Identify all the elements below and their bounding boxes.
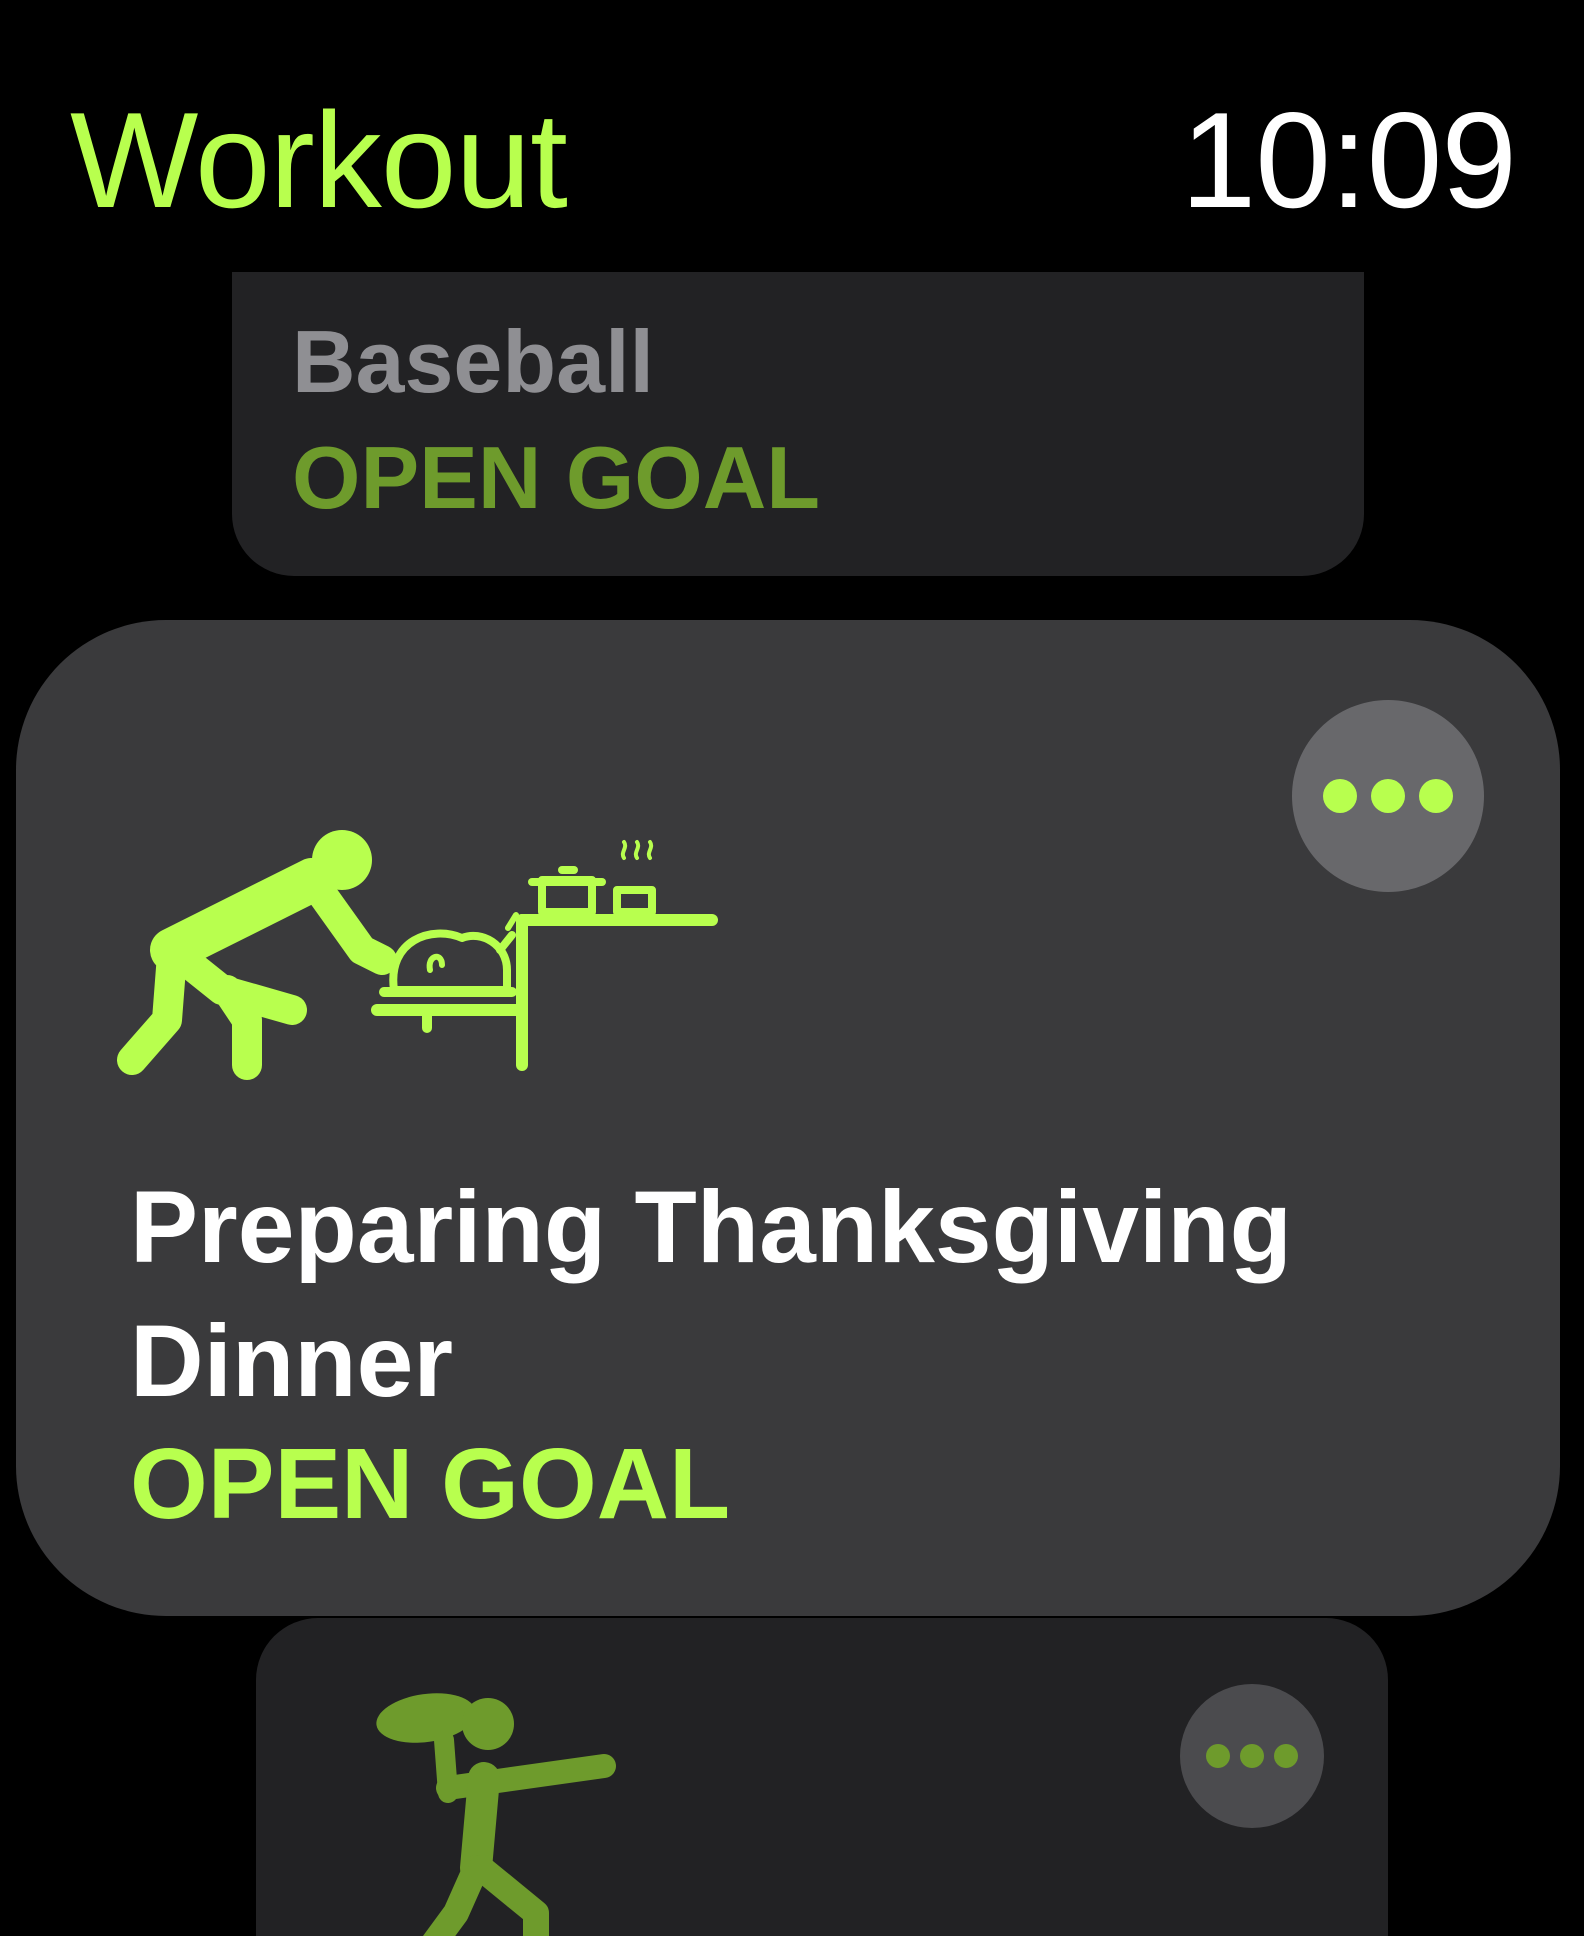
workout-goal: OPEN GOAL	[130, 1428, 731, 1540]
workout-card-american-football[interactable]	[256, 1618, 1388, 1936]
ellipsis-dot	[1419, 779, 1453, 813]
ellipsis-icon	[1323, 779, 1357, 813]
header: Workout 10:09	[0, 0, 1584, 250]
workout-screen: Workout 10:09 Baseball OPEN GOAL Prepari…	[0, 0, 1584, 1936]
app-title: Workout	[70, 84, 568, 236]
workout-card-thanksgiving[interactable]: Preparing Thanksgiving Dinner OPEN GOAL	[16, 620, 1560, 1616]
thanksgiving-cooking-icon	[117, 830, 718, 1080]
ellipsis-dot	[1274, 1744, 1298, 1768]
more-options-button[interactable]	[1292, 700, 1484, 892]
ellipsis-dot	[1371, 779, 1405, 813]
ellipsis-icon	[1206, 1744, 1230, 1768]
clock: 10:09	[1180, 84, 1517, 236]
american-football-icon	[376, 1693, 616, 1936]
workout-goal: OPEN GOAL	[292, 428, 821, 527]
workout-name: Preparing Thanksgiving Dinner	[130, 1170, 1292, 1418]
ellipsis-dot	[1240, 1744, 1264, 1768]
workout-card-baseball[interactable]: Baseball OPEN GOAL	[232, 272, 1364, 576]
workout-name: Baseball	[292, 312, 654, 411]
more-options-button[interactable]	[1180, 1684, 1324, 1828]
